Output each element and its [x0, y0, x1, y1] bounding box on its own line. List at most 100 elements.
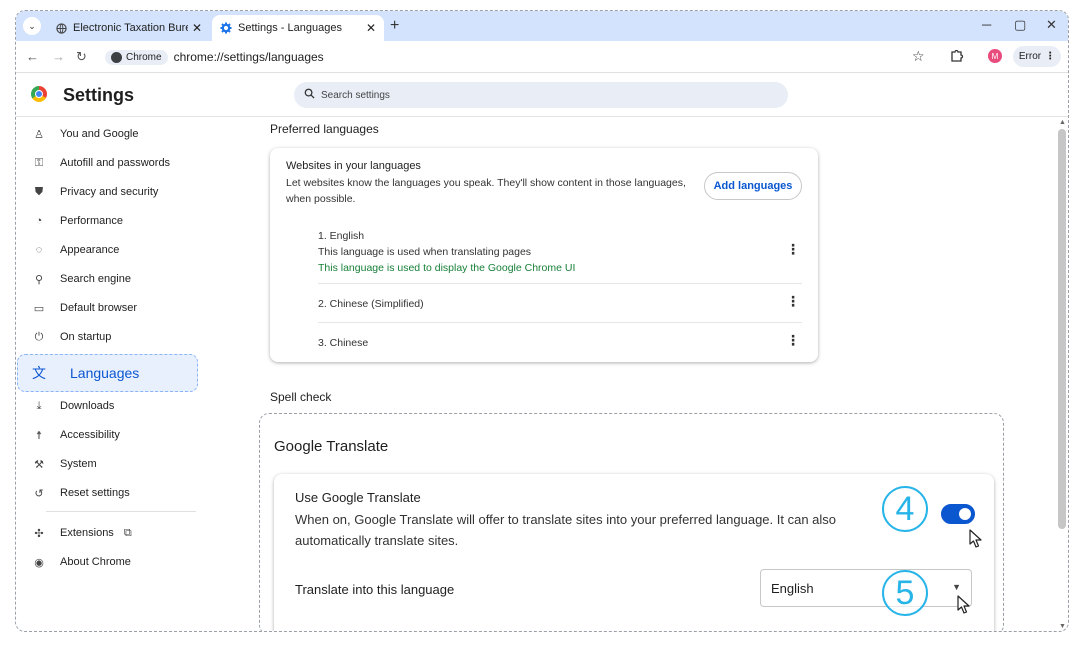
- mouse-cursor-icon: [969, 529, 982, 548]
- sidebar-item-label: On startup: [60, 331, 112, 343]
- page-title: Settings: [63, 85, 135, 105]
- scroll-up-arrow-icon[interactable]: ▲: [1059, 119, 1066, 126]
- sidebar-item-label: Performance: [60, 215, 123, 227]
- language-ui-note: This language is used to display the Goo…: [318, 262, 576, 274]
- sidebar-item-extensions[interactable]: ✣ Extensions ⧉: [16, 519, 196, 547]
- sidebar-item-autofill[interactable]: ⚿ Autofill and passwords: [16, 149, 196, 177]
- divider: [318, 322, 802, 323]
- search-icon: ⚲: [34, 273, 44, 286]
- close-window-icon[interactable]: ✕: [1046, 17, 1057, 33]
- divider: [318, 283, 802, 284]
- sidebar-item-label: You and Google: [60, 128, 139, 140]
- more-actions-icon[interactable]: ⋮: [786, 332, 800, 349]
- tab-title: Settings - Languages: [238, 22, 342, 34]
- more-actions-icon[interactable]: ⋮: [786, 293, 800, 310]
- back-arrow-icon[interactable]: ←: [26, 49, 39, 64]
- sidebar-item-privacy[interactable]: ⛊ Privacy and security: [16, 178, 196, 206]
- chip-label: Chrome: [126, 51, 162, 63]
- scrollbar-thumb[interactable]: [1058, 129, 1066, 529]
- error-menu-button[interactable]: Error ⋮: [1013, 46, 1061, 67]
- add-languages-button[interactable]: Add languages: [704, 172, 802, 200]
- tab-search-chevron-icon[interactable]: ⌄: [23, 17, 41, 35]
- url-text: chrome://settings/languages: [173, 50, 324, 64]
- site-info-chip[interactable]: Chrome: [105, 49, 168, 65]
- tab-strip: ⌄ Electronic Taxation Bureau fo ✕ Settin…: [16, 11, 1068, 41]
- mouse-cursor-icon: [957, 595, 970, 614]
- websites-languages-title: Websites in your languages: [286, 160, 421, 172]
- sidebar-item-languages[interactable]: 文 Languages: [17, 354, 198, 392]
- power-icon: ⏻: [34, 330, 44, 343]
- sidebar-item-search-engine[interactable]: ⚲ Search engine: [16, 265, 196, 293]
- use-google-translate-label: Use Google Translate: [295, 490, 421, 505]
- sidebar-item-downloads[interactable]: ⤓ Downloads: [16, 392, 196, 420]
- preferred-languages-card: Websites in your languages Let websites …: [270, 148, 818, 362]
- profile-avatar[interactable]: M: [988, 49, 1002, 63]
- select-value: English: [771, 580, 814, 596]
- close-tab-icon[interactable]: ✕: [366, 21, 376, 35]
- globe-icon: [55, 22, 67, 34]
- more-vert-icon: ⋮: [1045, 51, 1056, 62]
- download-icon: ⤓: [36, 399, 42, 412]
- extensions-puzzle-icon[interactable]: [950, 48, 964, 65]
- language-item-english: 1. English This language is used when tr…: [318, 228, 802, 276]
- step-callout-4: 4: [882, 486, 928, 532]
- chrome-icon: [111, 51, 122, 63]
- language-name: 3. Chinese: [318, 337, 369, 349]
- sidebar-item-reset-settings[interactable]: ↺ Reset settings: [16, 479, 196, 507]
- toggle-knob: [959, 508, 971, 520]
- gear-icon: [220, 22, 232, 34]
- accessibility-icon: ☨: [36, 429, 42, 442]
- scroll-down-arrow-icon[interactable]: ▼: [1059, 623, 1066, 630]
- sidebar-item-appearance[interactable]: ◌ Appearance: [16, 236, 196, 264]
- language-name: 1. English: [318, 230, 365, 242]
- settings-sidebar: ♙ You and Google ⚿ Autofill and passwords …: [16, 118, 216, 631]
- language-name: 2. Chinese (Simplified): [318, 298, 424, 310]
- address-bar[interactable]: Chrome chrome://settings/languages: [104, 46, 954, 68]
- search-placeholder: Search settings: [321, 89, 390, 101]
- palette-icon: ◌: [35, 244, 43, 256]
- translate-icon: 文: [32, 365, 46, 381]
- translate-into-select[interactable]: English ▼: [760, 569, 972, 607]
- tab-title: Electronic Taxation Bureau fo: [73, 22, 188, 34]
- restore-icon[interactable]: ▢: [1014, 17, 1026, 33]
- websites-languages-description: Let websites know the languages you spea…: [286, 177, 686, 205]
- sidebar-item-system[interactable]: ⚒ System: [16, 450, 196, 478]
- use-google-translate-description: When on, Google Translate will offer to …: [295, 512, 837, 548]
- forward-arrow-icon[interactable]: →: [52, 49, 65, 64]
- sidebar-item-label: Downloads: [60, 400, 115, 412]
- more-actions-icon[interactable]: ⋮: [786, 241, 800, 258]
- minimize-icon[interactable]: ─: [982, 17, 991, 32]
- dropdown-caret-icon: ▼: [952, 582, 961, 592]
- speedometer-icon: ◔: [35, 215, 43, 227]
- sidebar-item-label: Search engine: [60, 273, 131, 285]
- preferred-languages-heading: Preferred languages: [270, 122, 379, 136]
- sidebar-item-label: Default browser: [60, 302, 138, 314]
- sidebar-item-label: System: [60, 458, 97, 470]
- puzzle-icon: ✣: [34, 527, 44, 540]
- sidebar-item-performance[interactable]: ◔ Performance: [16, 207, 196, 235]
- search-icon: [304, 88, 315, 102]
- sidebar-item-about-chrome[interactable]: ◉ About Chrome: [16, 548, 196, 576]
- external-link-icon: ⧉: [123, 526, 132, 539]
- bookmark-star-icon[interactable]: ☆: [912, 48, 925, 65]
- sidebar-item-on-startup[interactable]: ⏻ On startup: [16, 323, 196, 351]
- shield-icon: ⛊: [34, 185, 44, 198]
- language-note: This language is used when translating p…: [318, 246, 532, 258]
- language-item-chinese: 3. Chinese: [318, 335, 802, 351]
- use-google-translate-toggle[interactable]: [941, 504, 975, 524]
- new-tab-plus-icon[interactable]: +: [390, 17, 399, 35]
- step-callout-5: 5: [882, 570, 928, 616]
- sidebar-item-you-and-google[interactable]: ♙ You and Google: [16, 120, 196, 148]
- translate-into-label: Translate into this language: [295, 582, 455, 597]
- sidebar-item-accessibility[interactable]: ☨ Accessibility: [16, 421, 196, 449]
- spell-check-heading: Spell check: [270, 390, 332, 404]
- close-tab-icon[interactable]: ✕: [192, 21, 202, 35]
- sidebar-divider: [46, 511, 196, 512]
- sidebar-item-label: Accessibility: [60, 429, 120, 441]
- reload-icon[interactable]: ↻: [76, 49, 87, 65]
- tab-taxation[interactable]: Electronic Taxation Bureau fo ✕: [47, 15, 210, 41]
- error-label: Error: [1018, 51, 1042, 62]
- search-input[interactable]: Search settings: [294, 82, 788, 108]
- tab-settings-languages[interactable]: Settings - Languages ✕: [212, 15, 384, 41]
- sidebar-item-default-browser[interactable]: ▭ Default browser: [16, 294, 196, 322]
